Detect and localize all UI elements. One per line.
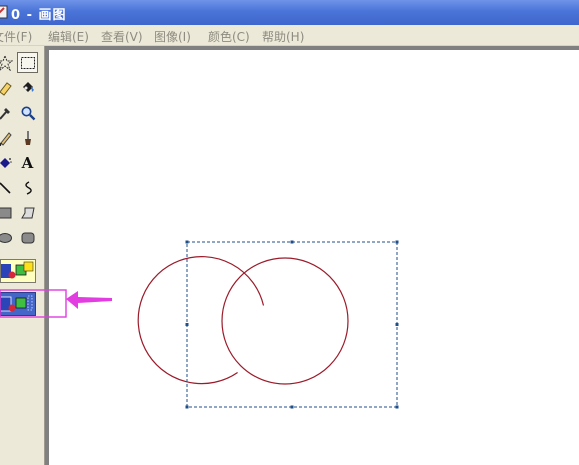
airbrush-icon — [0, 157, 12, 168]
pencil-icon — [0, 131, 12, 146]
magnifier-icon — [21, 106, 35, 120]
text-tool[interactable]: A — [17, 152, 38, 173]
rounded-rectangle-tool[interactable] — [17, 227, 38, 248]
left-circle-shape — [137, 256, 265, 385]
rectangle-tool[interactable] — [0, 202, 15, 223]
polygon-icon — [20, 207, 35, 218]
paint-app-icon — [0, 5, 8, 19]
airbrush-tool[interactable] — [0, 152, 15, 173]
brush-tool[interactable] — [17, 127, 38, 148]
rounded-rectangle-icon — [21, 232, 34, 243]
transparent-selection-option[interactable] — [0, 292, 36, 316]
brush-icon — [24, 130, 31, 145]
eraser-tool[interactable] — [0, 77, 15, 98]
toolbox: A — [0, 46, 45, 465]
star-select-icon — [0, 54, 13, 71]
paint-bucket-icon — [22, 81, 34, 92]
eyedropper-icon — [0, 107, 10, 120]
text-icon: A — [21, 153, 34, 172]
curve-tool[interactable] — [17, 177, 38, 198]
title-bar: 0 - 画图 — [0, 0, 579, 25]
curve-icon — [24, 180, 32, 195]
line-icon — [0, 181, 11, 194]
line-tool[interactable] — [0, 177, 15, 198]
fill-with-color-tool[interactable] — [17, 77, 38, 98]
menu-file[interactable]: 文件(F) — [0, 28, 32, 45]
right-circle-shape — [221, 257, 349, 385]
ellipse-icon — [0, 232, 12, 243]
menu-bar: 文件(F) 编辑(E) 查看(V) 图像(I) 颜色(C) 帮助(H) — [0, 25, 579, 46]
menu-image[interactable]: 图像(I) — [154, 28, 191, 45]
canvas-drawing — [137, 240, 399, 409]
pick-color-tool[interactable] — [0, 102, 15, 123]
magnifier-tool[interactable] — [17, 102, 38, 123]
menu-view[interactable]: 查看(V) — [101, 28, 143, 45]
free-form-select-tool[interactable] — [0, 52, 15, 73]
dotted-rect-select-icon — [20, 56, 35, 69]
transparent-selection-icon — [1, 295, 33, 312]
opaque-selection-option[interactable] — [0, 259, 36, 283]
rectangle-select-tool[interactable] — [17, 52, 38, 73]
menu-help[interactable]: 帮助(H) — [262, 28, 304, 45]
drawing-canvas[interactable] — [49, 50, 579, 465]
menu-colors[interactable]: 颜色(C) — [208, 28, 250, 45]
ellipse-tool[interactable] — [0, 227, 15, 248]
menu-edit[interactable]: 编辑(E) — [48, 28, 89, 45]
canvas-workspace — [45, 46, 579, 465]
rectangle-icon — [0, 207, 11, 218]
eraser-icon — [0, 81, 12, 96]
window-title: 0 - 画图 — [11, 8, 67, 23]
polygon-tool[interactable] — [17, 202, 38, 223]
opaque-selection-icon — [1, 261, 34, 279]
pencil-tool[interactable] — [0, 127, 15, 148]
